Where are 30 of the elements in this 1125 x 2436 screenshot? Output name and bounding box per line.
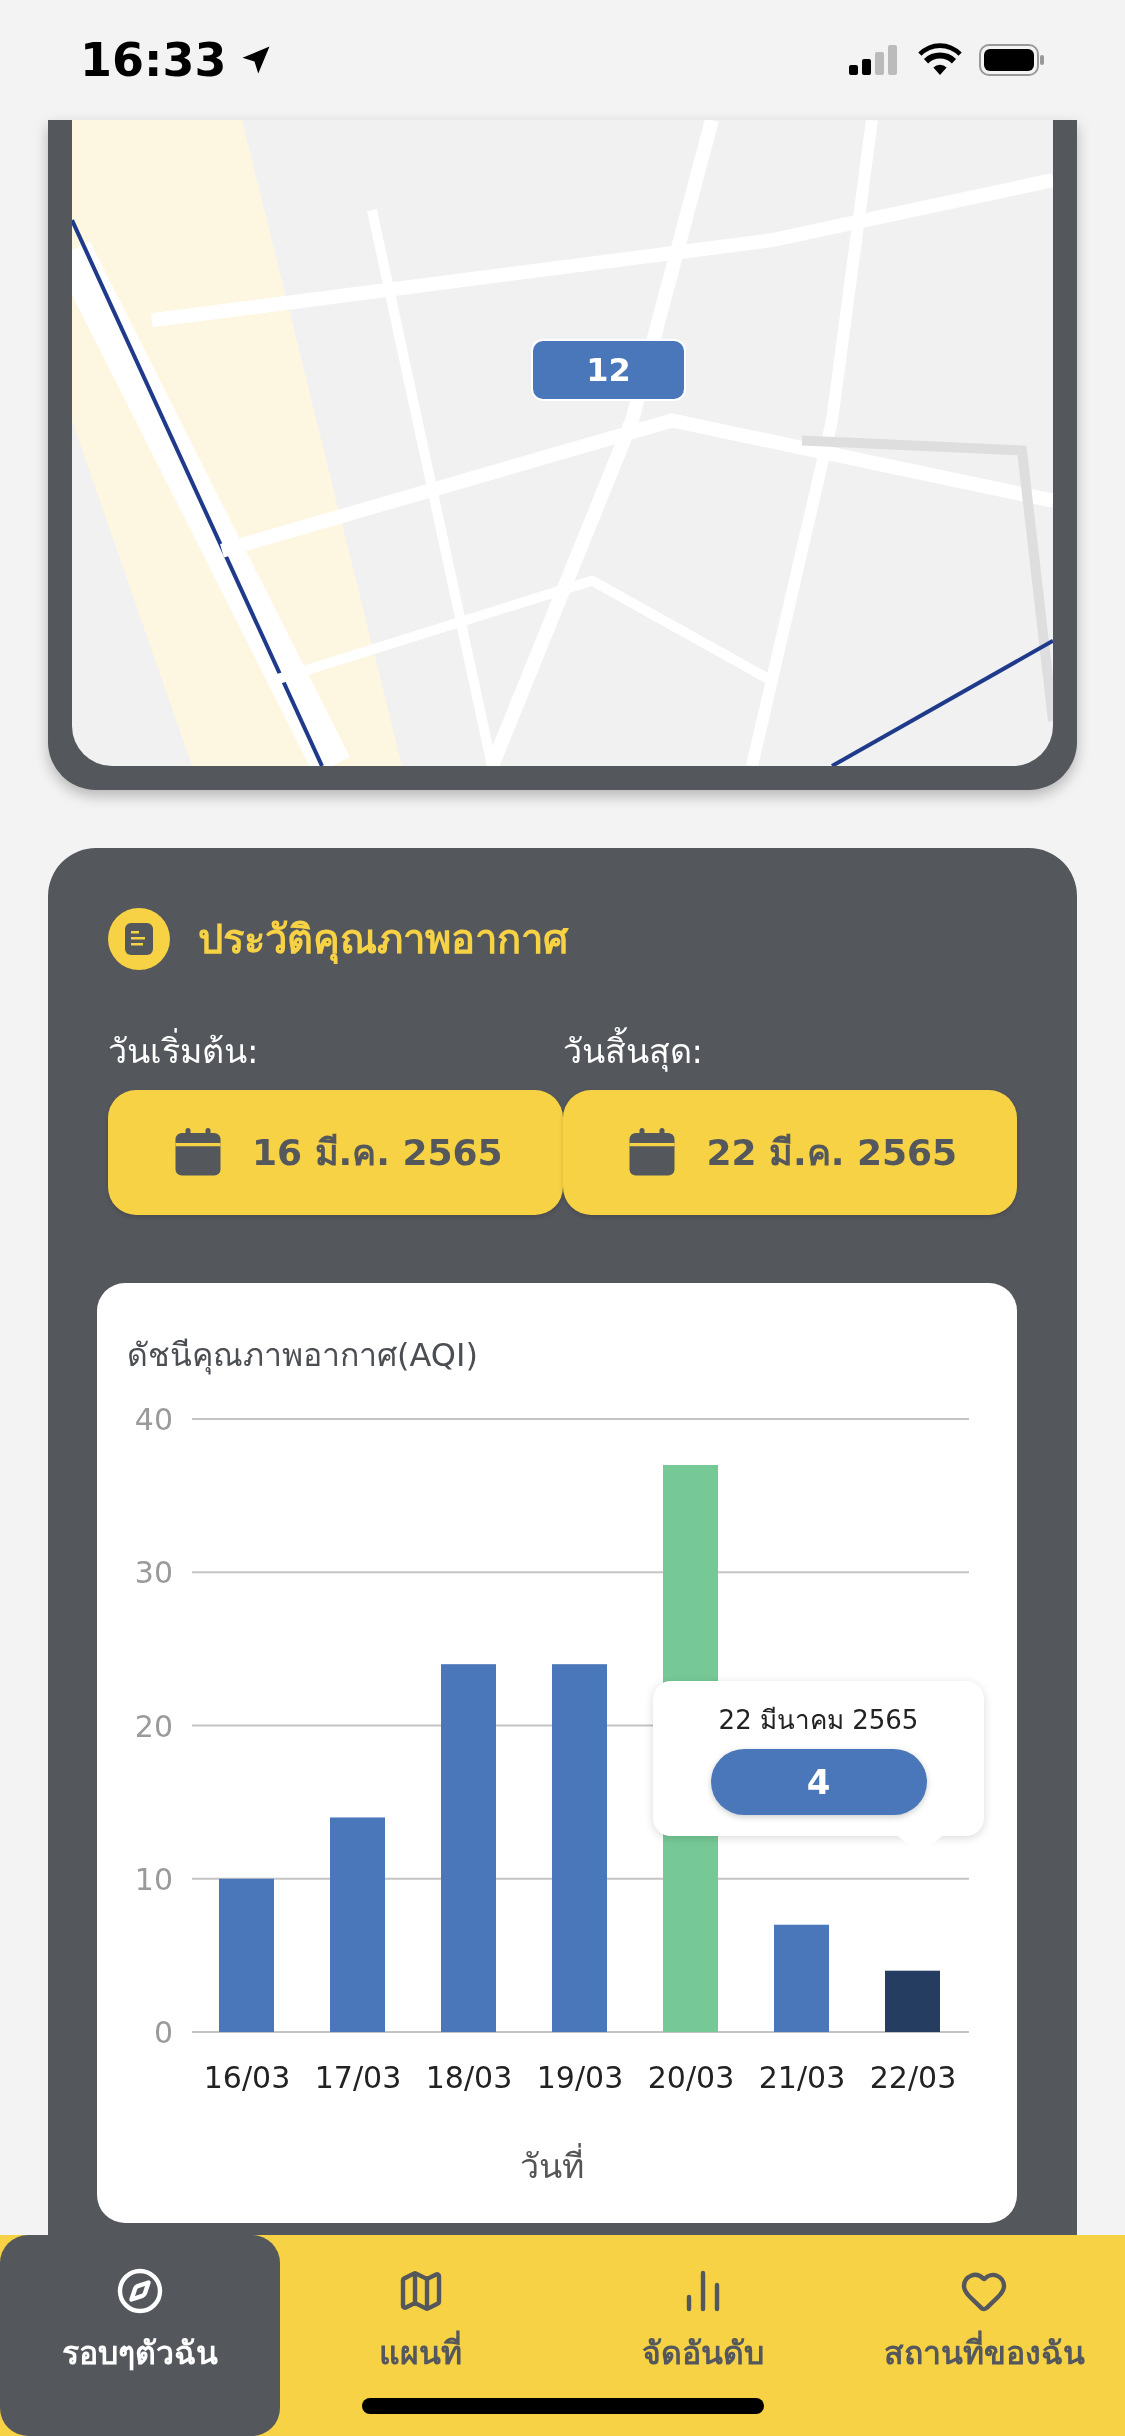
- tab[interactable]: จัดอันดับ: [561, 2235, 844, 2436]
- y-tick-label: 40: [134, 1402, 173, 1437]
- wifi-icon: [917, 43, 963, 77]
- date-picker-button[interactable]: 16 มี.ค. 2565: [108, 1090, 563, 1215]
- status-time: 16:33: [80, 31, 227, 89]
- y-tick-label: 20: [134, 1708, 173, 1744]
- tab[interactable]: สถานที่ของฉัน: [843, 2235, 1125, 2436]
- y-tick-label: 10: [134, 1861, 173, 1897]
- map-marker[interactable]: 12: [531, 339, 686, 401]
- tooltip-value: 4: [710, 1749, 927, 1815]
- x-tick-label: 17/03: [314, 2060, 402, 2095]
- date-picker-button[interactable]: 22 มี.ค. 2565: [562, 1090, 1017, 1215]
- x-tick-label: 21/03: [758, 2060, 846, 2095]
- y-tick-label: 0: [153, 2015, 173, 2050]
- section-title: ประวัติคุณภาพอากาศ: [198, 915, 568, 966]
- y-tick-label: 30: [134, 1555, 173, 1591]
- date-label: วันเริ่มต้น:: [108, 1026, 563, 1076]
- tab[interactable]: แผนที่: [280, 2235, 562, 2436]
- chart-title: ดัชนีคุณภาพอากาศ(AQI): [126, 1335, 479, 1377]
- tooltip-date: 22 มีนาคม 2565: [718, 1704, 919, 1737]
- x-tick-label: 16/03: [203, 2060, 291, 2095]
- x-tick-label: 18/03: [425, 2060, 513, 2095]
- x-tick-label: 19/03: [536, 2060, 624, 2095]
- tab[interactable]: รอบๆตัวฉัน: [0, 2235, 280, 2436]
- document-icon: [108, 908, 170, 970]
- x-tick-label: 20/03: [647, 2060, 735, 2095]
- compass-icon: [116, 2267, 164, 2315]
- battery-icon: [979, 44, 1045, 76]
- x-tick-label: 22/03: [869, 2060, 957, 2095]
- date-label: วันสิ้นสุด:: [562, 1026, 1017, 1076]
